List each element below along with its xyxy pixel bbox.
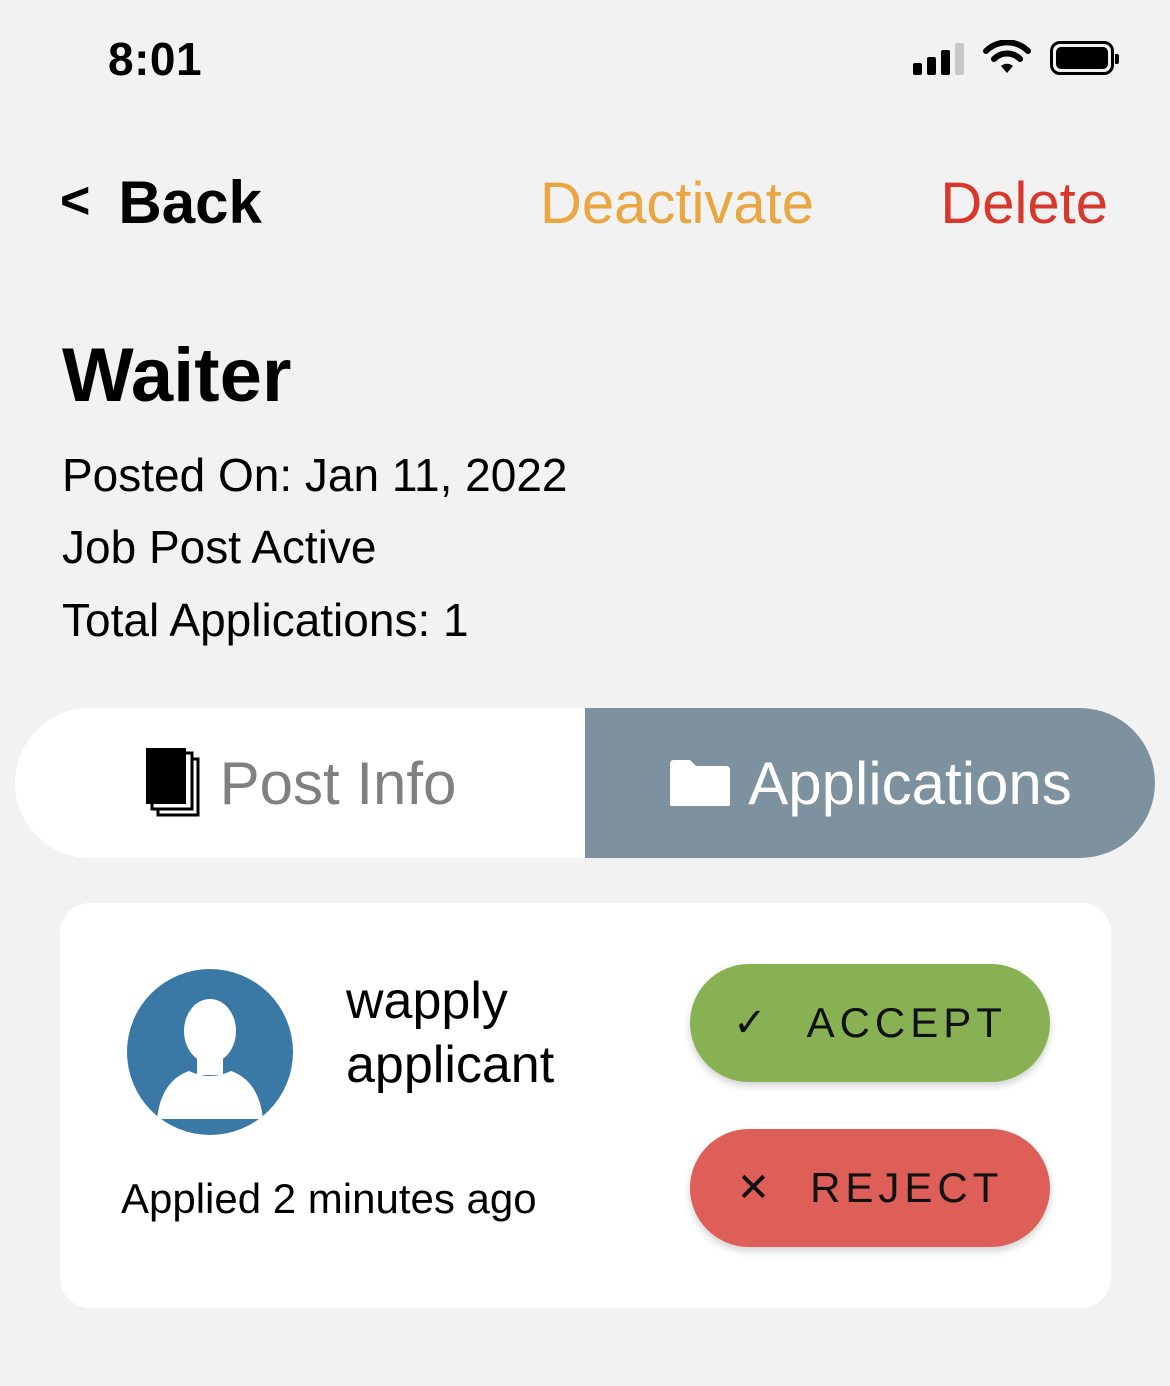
checkmark-icon: ✓ — [733, 1001, 767, 1045]
cellular-signal-icon — [913, 41, 964, 75]
battery-icon — [1050, 41, 1119, 75]
application-card[interactable]: wapply applicant Applied 2 minutes ago ✓… — [60, 903, 1111, 1308]
wifi-icon — [983, 40, 1031, 73]
applicant-name: wapply applicant — [346, 972, 555, 1094]
tab-applications[interactable]: Applications — [585, 708, 1155, 858]
chevron-left-icon: < — [60, 171, 91, 230]
user-silhouette-icon — [157, 999, 263, 1119]
status-time: 8:01 — [108, 33, 203, 85]
segmented-tabs: Post Info Applications — [15, 708, 1155, 858]
user-avatar-icon — [127, 969, 293, 1135]
applied-time: Applied 2 minutes ago — [121, 1175, 537, 1222]
close-icon: ✕ — [736, 1166, 771, 1210]
reject-label: REJECT — [810, 1164, 1004, 1211]
tab-post-info-label: Post Info — [219, 749, 457, 817]
accept-label: ACCEPT — [806, 999, 1007, 1046]
accept-button[interactable]: ✓ ACCEPT — [690, 964, 1050, 1082]
status-icons — [913, 40, 1119, 76]
posted-on-text: Posted On: Jan 11, 2022 — [62, 449, 568, 501]
job-status-text: Job Post Active — [62, 521, 377, 573]
tab-applications-label: Applications — [748, 749, 1072, 817]
job-title: Waiter — [62, 333, 292, 418]
reject-button[interactable]: ✕ REJECT — [690, 1129, 1050, 1247]
total-applications-text: Total Applications: 1 — [62, 594, 469, 646]
tab-post-info[interactable]: Post Info — [15, 708, 585, 858]
back-label: Back — [118, 169, 262, 236]
screen: 8:01 < Back Deactivate Delete Waiter Pos… — [0, 0, 1170, 1386]
back-button[interactable]: < Back — [60, 168, 262, 237]
deactivate-button[interactable]: Deactivate — [540, 170, 814, 237]
documents-icon — [145, 748, 200, 817]
folder-icon — [670, 760, 731, 806]
delete-button[interactable]: Delete — [940, 170, 1108, 237]
